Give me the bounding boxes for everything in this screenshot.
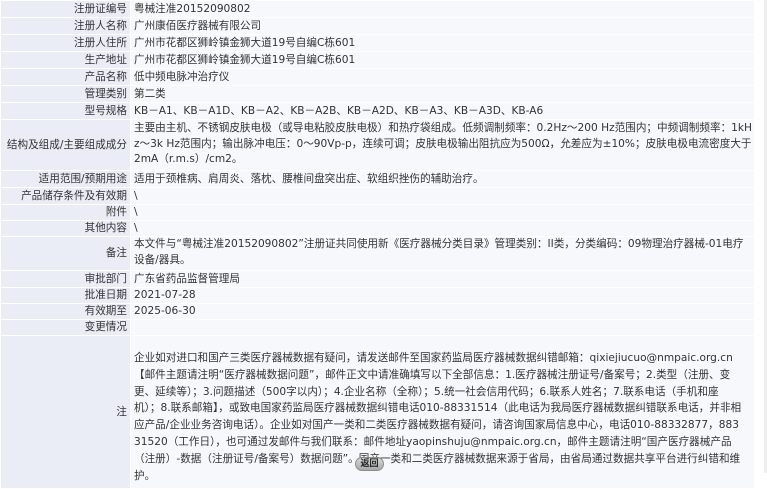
table-row: 型号规格 KB－A1、KB－A1D、KB－A2、KB－A2B、KB－A2D、KB…: [0, 102, 755, 120]
table-row: 有效期至 2025-06-30: [0, 303, 755, 320]
row-value-registration-number: 粤械注准20152090802: [130, 0, 755, 18]
table-row: 变更情况: [0, 319, 755, 336]
row-label-production-address: 生产地址: [0, 51, 131, 69]
table-row: 注册人名称 广州康佰医疗器械有限公司: [0, 17, 755, 35]
row-label-registrant-address: 注册人住所: [0, 34, 131, 52]
row-label-valid-until: 有效期至: [0, 303, 131, 320]
row-value-product-name: 低中频电脉冲治疗仪: [130, 68, 755, 86]
row-label-approval-authority: 审批部门: [0, 270, 131, 288]
row-label-remarks: 备注: [0, 236, 131, 271]
row-value-change-history: [130, 319, 755, 336]
row-label-model-spec: 型号规格: [0, 102, 131, 120]
table-row: 产品名称 低中频电脉冲治疗仪: [0, 68, 755, 86]
row-value-registrant-name: 广州康佰医疗器械有限公司: [130, 17, 755, 35]
row-value-notes: 企业如对进口和国产三类医疗器械数据有疑问，请发送邮件至国家药监局医疗器械数据纠错…: [130, 334, 755, 489]
row-value-registrant-address: 广州市花都区狮岭镇金狮大道19号自编C栋601: [130, 34, 755, 52]
row-label-intended-use: 适用范围/预期用途: [0, 170, 131, 188]
row-value-valid-until: 2025-06-30: [130, 303, 755, 320]
row-label-product-name: 产品名称: [0, 68, 131, 86]
registration-detail-table: 注册证编号 粤械注准20152090802 注册人名称 广州康佰医疗器械有限公司…: [0, 0, 755, 489]
table-row: 适用范围/预期用途 适用于颈椎病、肩周炎、落枕、腰椎间盘突出症、软组织挫伤的辅助…: [0, 170, 755, 188]
row-value-storage-validity: \: [130, 187, 755, 205]
row-value-approval-authority: 广东省药品监督管理局: [130, 270, 755, 288]
row-value-structure-composition: 主要由主机、不锈钢皮肤电极（或导电粘胶皮肤电极）和热疗袋组成。低频调制频率：0.…: [130, 119, 755, 171]
row-value-intended-use: 适用于颈椎病、肩周炎、落枕、腰椎间盘突出症、软组织挫伤的辅助治疗。: [130, 170, 755, 188]
table-row: 结构及组成/主要组成成分 主要由主机、不锈钢皮肤电极（或导电粘胶皮肤电极）和热疗…: [0, 119, 755, 171]
row-value-remarks: 本文件与“粤械注准20152090802”注册证共同使用新《医疗器械分类目录》管…: [130, 236, 755, 271]
table-row: 附件 \: [0, 204, 755, 221]
row-value-model-spec: KB－A1、KB－A1D、KB－A2、KB－A2B、KB－A2D、KB－A3、K…: [130, 102, 755, 120]
table-row: 备注 本文件与“粤械注准20152090802”注册证共同使用新《医疗器械分类目…: [0, 236, 755, 271]
table-row: 注册证编号 粤械注准20152090802: [0, 0, 755, 18]
table-row: 审批部门 广东省药品监督管理局: [0, 270, 755, 288]
row-value-accessories: \: [130, 204, 755, 221]
return-button[interactable]: 返回: [355, 457, 384, 471]
row-label-change-history: 变更情况: [0, 319, 131, 336]
row-value-production-address: 广州市花都区狮岭镇金狮大道19号自编C栋601: [130, 51, 755, 69]
table-row: 产品储存条件及有效期 \: [0, 187, 755, 205]
table-row: 其他内容 \: [0, 220, 755, 237]
row-label-other-content: 其他内容: [0, 220, 131, 237]
table-row: 批准日期 2021-07-28: [0, 287, 755, 304]
row-label-accessories: 附件: [0, 204, 131, 221]
row-value-approval-date: 2021-07-28: [130, 287, 755, 304]
row-value-other-content: \: [130, 220, 755, 237]
row-label-registrant-name: 注册人名称: [0, 17, 131, 35]
row-label-approval-date: 批准日期: [0, 287, 131, 304]
row-label-management-category: 管理类别: [0, 85, 131, 103]
table-row: 注册人住所 广州市花都区狮岭镇金狮大道19号自编C栋601: [0, 34, 755, 52]
table-row: 生产地址 广州市花都区狮岭镇金狮大道19号自编C栋601: [0, 51, 755, 69]
row-label-notes: 注: [0, 334, 131, 489]
row-label-storage-validity: 产品储存条件及有效期: [0, 187, 131, 205]
table-row: 管理类别 第二类: [0, 85, 755, 103]
row-value-management-category: 第二类: [130, 85, 755, 103]
row-label-structure-composition: 结构及组成/主要组成成分: [0, 119, 131, 171]
row-label-registration-number: 注册证编号: [0, 0, 131, 18]
